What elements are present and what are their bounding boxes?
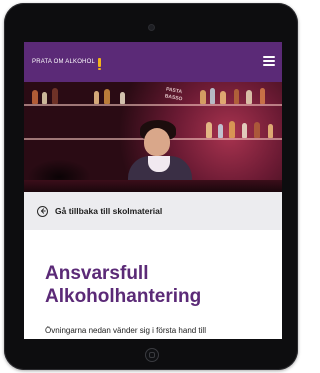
bar-counter	[24, 180, 282, 192]
bottle	[220, 91, 226, 104]
page-title-line-2: Alkoholhantering	[45, 286, 202, 307]
hamburger-menu-button[interactable]	[263, 56, 275, 66]
home-button[interactable]	[145, 348, 159, 362]
main-content: Ansvarsfull Alkoholhantering Övningarna …	[24, 230, 282, 339]
hero-image: PASTA BASSO	[24, 82, 282, 192]
bottle	[254, 122, 260, 138]
screen: PRATA OM ALKOHOL PASTA BASSO Gå tillbaka…	[24, 42, 282, 339]
bottle	[246, 90, 252, 104]
bottle	[260, 88, 265, 104]
bottle	[32, 90, 38, 104]
bottle	[229, 121, 235, 138]
front-camera	[149, 25, 154, 30]
bottle	[218, 124, 223, 138]
page-title: Ansvarsfull Alkoholhantering	[45, 262, 275, 308]
circle-arrow-left-icon	[37, 205, 48, 217]
bartender-face	[144, 128, 170, 156]
bottle	[94, 91, 99, 104]
exclamation-logo-icon	[98, 57, 101, 70]
bottle	[210, 88, 215, 104]
bottle	[52, 88, 58, 104]
top-navigation-bar: PRATA OM ALKOHOL	[24, 42, 282, 82]
bottle	[120, 92, 125, 104]
logo-text: PRATA OM ALKOHOL	[32, 59, 95, 65]
tablet-frame: PRATA OM ALKOHOL PASTA BASSO Gå tillbaka…	[4, 3, 298, 370]
bottle	[242, 123, 247, 138]
bottle	[200, 90, 206, 104]
site-logo[interactable]: PRATA OM ALKOHOL	[32, 57, 101, 70]
back-to-school-material-link[interactable]: Gå tillbaka till skolmaterial	[24, 192, 282, 230]
menu-line	[263, 64, 275, 66]
page-title-line-1: Ansvarsfull	[45, 263, 149, 284]
bottle	[268, 124, 273, 138]
bar-shelf	[24, 104, 282, 106]
bottle	[234, 89, 239, 104]
back-link-label: Gå tillbaka till skolmaterial	[55, 206, 163, 216]
intro-paragraph: Övningarna nedan vänder sig i första han…	[45, 326, 206, 335]
menu-line	[263, 60, 275, 62]
bottle	[206, 122, 212, 138]
bottle	[42, 92, 47, 104]
bottle	[104, 89, 110, 104]
menu-line	[263, 56, 275, 58]
